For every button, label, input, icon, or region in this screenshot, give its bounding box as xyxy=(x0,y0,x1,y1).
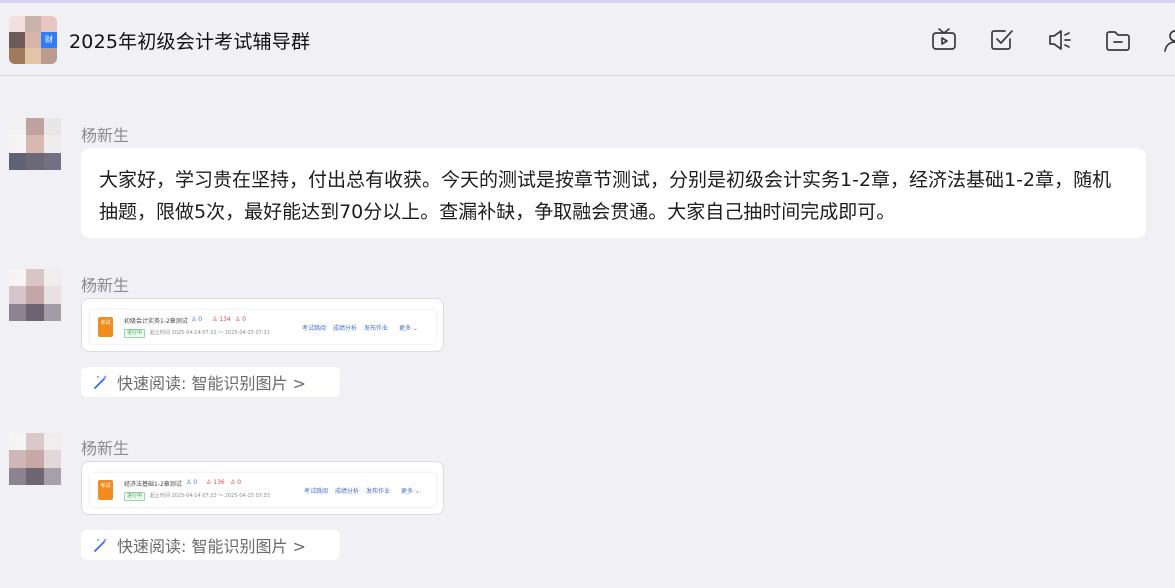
card-more-label: 更多 xyxy=(399,325,412,332)
tv-icon[interactable] xyxy=(929,25,959,55)
sender-avatar[interactable] xyxy=(9,433,61,485)
stat-a-value: 0 xyxy=(193,479,198,486)
exam-title: 初级会计实务1-2章测试 xyxy=(124,318,188,325)
message-bubble[interactable]: 大家好，学习贵在坚持，付出总有收获。今天的测试是按章节测试，分别是初级会计实务1… xyxy=(81,148,1146,238)
exam-card-body: 考试 初级会计实务1-2章测试 ♙ 0 ♙ 134 ♙ 0 进行中 起止时间 2… xyxy=(90,310,436,344)
exam-doc-icon: 考试 xyxy=(98,317,113,337)
exam-time: 起止时间 2025-04-14 07:31 ～ 2025-04-15 07:31 xyxy=(150,330,270,336)
stat-a-value: 0 xyxy=(198,316,203,323)
card-link-publish[interactable]: 发布作业 xyxy=(364,323,388,332)
exam-doc-icon: 考试 xyxy=(98,480,113,500)
stat-a: ♙ 0 xyxy=(186,479,198,486)
quick-read-button[interactable]: 快速阅读: 智能识别图片 > xyxy=(81,530,340,560)
card-link-analysis[interactable]: 成绩分析 xyxy=(335,486,359,495)
stat-b: ♙ 136 xyxy=(206,479,225,486)
card-link-review[interactable]: 考试跳阅 xyxy=(304,486,328,495)
sender-avatar[interactable] xyxy=(9,269,61,321)
status-badge: 进行中 xyxy=(124,492,146,501)
folder-icon[interactable] xyxy=(1103,25,1133,55)
exam-title: 经济法基础1-2章测试 xyxy=(124,481,182,488)
card-more-label: 更多 xyxy=(401,488,414,495)
status-badge: 进行中 xyxy=(124,329,146,338)
stat-c-value: 0 xyxy=(242,316,247,323)
magic-wand-icon xyxy=(94,375,107,389)
card-more-button[interactable]: 更多 ⌄ xyxy=(399,323,418,332)
stat-c: ♙ 0 xyxy=(235,316,247,323)
card-link-review[interactable]: 考试跳阅 xyxy=(302,323,326,332)
sender-name: 杨新生 xyxy=(81,126,130,145)
chat-header: 财 2025年初级会计考试辅导群 xyxy=(0,3,1175,76)
group-avatar[interactable]: 财 xyxy=(9,16,57,64)
header-toolbar xyxy=(929,25,1175,55)
stat-b-value: 136 xyxy=(213,479,225,486)
chevron-down-icon: ⌄ xyxy=(412,325,418,332)
card-more-button[interactable]: 更多 ⌄ xyxy=(401,486,420,495)
exam-card-body: 考试 经济法基础1-2章测试 ♙ 0 ♙ 136 ♙ 0 进行中 起止时间 20… xyxy=(90,473,436,507)
exam-card[interactable]: 考试 初级会计实务1-2章测试 ♙ 0 ♙ 134 ♙ 0 进行中 起止时间 2… xyxy=(81,298,444,352)
magic-wand-icon xyxy=(94,538,107,552)
sender-name: 杨新生 xyxy=(81,276,130,295)
card-link-publish[interactable]: 发布作业 xyxy=(366,486,390,495)
exam-time: 起止时间 2025-04-14 07:33 ～ 2025-04-15 07:33 xyxy=(150,493,270,499)
checkbox-icon[interactable] xyxy=(987,25,1017,55)
group-avatar-badge: 财 xyxy=(41,32,57,48)
card-link-analysis[interactable]: 成绩分析 xyxy=(333,323,357,332)
group-title: 2025年初级会计考试辅导群 xyxy=(69,31,311,53)
stat-c-value: 0 xyxy=(237,479,242,486)
person-icon[interactable] xyxy=(1161,25,1175,55)
stat-b: ♙ 134 xyxy=(212,316,231,323)
chevron-down-icon: ⌄ xyxy=(414,488,420,495)
sender-name: 杨新生 xyxy=(81,439,130,458)
quick-read-label: 快速阅读: 智能识别图片 > xyxy=(117,374,306,393)
stat-c: ♙ 0 xyxy=(230,479,242,486)
stat-b-value: 134 xyxy=(219,316,231,323)
sender-avatar[interactable] xyxy=(9,118,61,170)
exam-card[interactable]: 考试 经济法基础1-2章测试 ♙ 0 ♙ 136 ♙ 0 进行中 起止时间 20… xyxy=(81,461,444,515)
stat-a: ♙ 0 xyxy=(191,316,203,323)
quick-read-button[interactable]: 快速阅读: 智能识别图片 > xyxy=(81,367,340,397)
speaker-icon[interactable] xyxy=(1045,25,1075,55)
quick-read-label: 快速阅读: 智能识别图片 > xyxy=(117,537,306,556)
